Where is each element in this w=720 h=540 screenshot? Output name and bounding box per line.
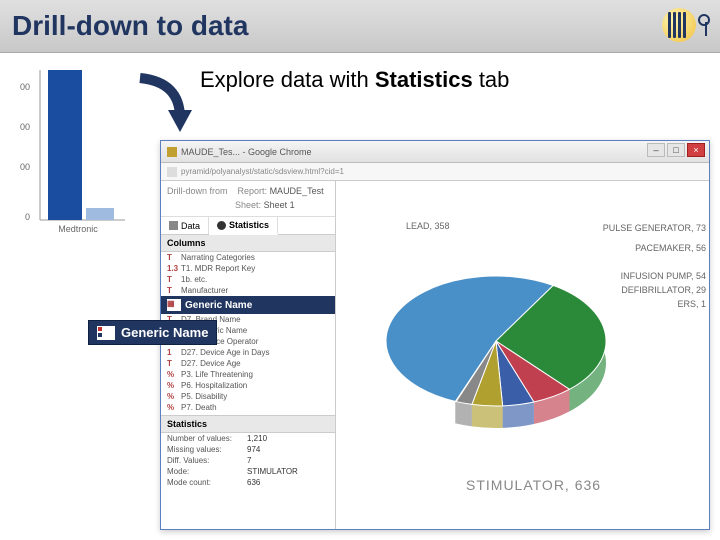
column-label: Narrating Categories xyxy=(181,253,255,262)
stats-key: Mode: xyxy=(167,467,247,476)
svg-text:00: 00 xyxy=(20,122,30,132)
column-item[interactable]: T D27. Device Age xyxy=(161,358,335,369)
stats-key: Diff. Values: xyxy=(167,456,247,465)
pie-label-pace: PACEMAKER, 56 xyxy=(635,243,706,253)
slide-header: Drill-down to data xyxy=(0,0,720,53)
column-item[interactable]: ▦ Generic Name xyxy=(161,296,335,314)
tab-bar: Data Statistics xyxy=(161,217,335,235)
stats-value: 7 xyxy=(247,456,251,465)
stats-value: STIMULATOR xyxy=(247,467,298,476)
stats-value: 1,210 xyxy=(247,434,267,443)
stats-row: Mode:STIMULATOR xyxy=(161,466,335,477)
pie-label-ers: ERS, 1 xyxy=(677,299,706,309)
address-bar[interactable]: pyramid/polyanalyst/static/sdsview.html?… xyxy=(161,163,709,181)
page-icon xyxy=(167,167,177,177)
logo xyxy=(658,6,708,46)
columns-header: Columns xyxy=(161,235,335,252)
type-icon: % xyxy=(167,370,177,379)
svg-text:00: 00 xyxy=(20,82,30,92)
statistics-grid: Number of values:1,210Missing values:974… xyxy=(161,433,335,488)
type-icon: ▦ xyxy=(167,299,181,311)
tab-data[interactable]: Data xyxy=(161,217,209,234)
column-item[interactable]: % P3. Life Threatening xyxy=(161,369,335,380)
type-icon: % xyxy=(167,381,177,390)
pie-label-pulse: PULSE GENERATOR, 73 xyxy=(603,223,706,233)
pie-label-stimulator: STIMULATOR, 636 xyxy=(466,477,601,493)
column-label: P3. Life Threatening xyxy=(181,370,253,379)
stats-row: Number of values:1,210 xyxy=(161,433,335,444)
svg-text:Medtronic: Medtronic xyxy=(58,224,98,234)
type-icon: T xyxy=(167,359,177,368)
palette-icon xyxy=(97,326,115,340)
pie-chart xyxy=(366,221,696,451)
stats-value: 636 xyxy=(247,478,260,487)
column-item[interactable]: % P7. Death xyxy=(161,402,335,413)
browser-window: MAUDE_Tes... - Google Chrome – □ × pyram… xyxy=(160,140,710,530)
stats-row: Diff. Values:7 xyxy=(161,455,335,466)
stats-key: Mode count: xyxy=(167,478,247,487)
column-label: D27. Device Age xyxy=(181,359,241,368)
pie-label-lead: LEAD, 358 xyxy=(406,221,450,231)
column-item[interactable]: T Manufacturer xyxy=(161,285,335,296)
svg-text:0: 0 xyxy=(25,212,30,222)
barchart-fragment: 00 00 00 0 Medtronic xyxy=(0,60,130,240)
generic-name-callout: Generic Name xyxy=(88,320,217,345)
app-sidebar: Drill-down from Report: MAUDE_Test Drill… xyxy=(161,181,336,529)
type-icon: T xyxy=(167,253,177,262)
column-label: Generic Name xyxy=(185,300,252,311)
type-icon: T xyxy=(167,286,177,295)
column-item[interactable]: T 1b. etc. xyxy=(161,274,335,285)
pie-label-pump: INFUSION PUMP, 54 xyxy=(621,271,706,281)
favicon xyxy=(167,147,177,157)
stats-value: 974 xyxy=(247,445,260,454)
column-item[interactable]: T Narrating Categories xyxy=(161,252,335,263)
maximize-button[interactable]: □ xyxy=(667,143,685,157)
column-label: P5. Disability xyxy=(181,392,227,401)
svg-text:00: 00 xyxy=(20,162,30,172)
stats-row: Missing values:974 xyxy=(161,444,335,455)
grid-icon xyxy=(169,221,178,230)
chart-pane: LEAD, 358 PULSE GENERATOR, 73 PACEMAKER,… xyxy=(336,181,709,529)
type-icon: 1.3 xyxy=(167,264,177,273)
stats-row: Mode count:636 xyxy=(161,477,335,488)
close-button[interactable]: × xyxy=(687,143,705,157)
stats-key: Number of values: xyxy=(167,434,247,443)
column-label: P7. Death xyxy=(181,403,217,412)
column-item[interactable]: % P5. Disability xyxy=(161,391,335,402)
window-title: MAUDE_Tes... - Google Chrome xyxy=(181,147,312,157)
type-icon: 1 xyxy=(167,348,177,357)
tab-statistics[interactable]: Statistics xyxy=(209,217,278,235)
type-icon: T xyxy=(167,275,177,284)
stats-icon xyxy=(217,221,226,230)
slide-subtitle: Explore data with Statistics tab xyxy=(200,67,720,93)
breadcrumb: Drill-down from Report: MAUDE_Test Drill… xyxy=(161,181,335,217)
column-item[interactable]: % P6. Hospitalization xyxy=(161,380,335,391)
arrow-icon xyxy=(130,70,200,140)
column-label: P6. Hospitalization xyxy=(181,381,247,390)
pie-label-defib: DEFIBRILLATOR, 29 xyxy=(621,285,706,295)
column-item[interactable]: 1 D27. Device Age in Days xyxy=(161,347,335,358)
column-label: D27. Device Age in Days xyxy=(181,348,270,357)
url-text: pyramid/polyanalyst/static/sdsview.html?… xyxy=(181,167,344,176)
column-label: 1b. etc. xyxy=(181,275,207,284)
slide-title: Drill-down to data xyxy=(12,10,248,42)
minimize-button[interactable]: – xyxy=(647,143,665,157)
type-icon: % xyxy=(167,392,177,401)
column-label: T1. MDR Report Key xyxy=(181,264,255,273)
statistics-header: Statistics xyxy=(161,415,335,433)
type-icon: % xyxy=(167,403,177,412)
column-label: Manufacturer xyxy=(181,286,228,295)
stats-key: Missing values: xyxy=(167,445,247,454)
browser-titlebar: MAUDE_Tes... - Google Chrome – □ × xyxy=(161,141,709,163)
column-item[interactable]: 1.3 T1. MDR Report Key xyxy=(161,263,335,274)
